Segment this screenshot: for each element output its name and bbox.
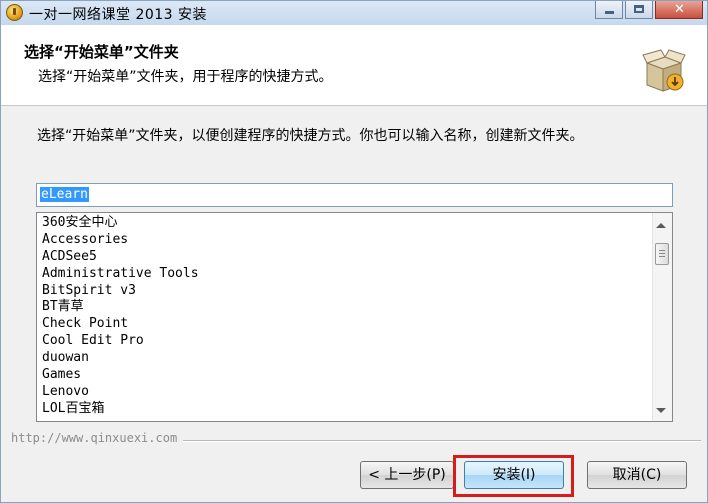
folder-input-value: eLearn — [40, 187, 89, 202]
wizard-header: 选择“开始菜单”文件夹 选择“开始菜单”文件夹，用于程序的快捷方式。 — [1, 25, 707, 106]
list-item[interactable]: Check Point — [42, 316, 199, 333]
list-item[interactable]: Cool Edit Pro — [42, 333, 199, 350]
install-box-icon — [642, 49, 686, 92]
maximize-icon — [634, 5, 644, 13]
list-item[interactable]: Accessories — [42, 232, 199, 249]
list-item[interactable]: BitSpirit v3 — [42, 283, 199, 300]
close-button[interactable]: ✕ — [655, 1, 703, 19]
list-item[interactable]: duowan — [42, 350, 199, 367]
scroll-down-icon[interactable] — [656, 408, 666, 413]
start-menu-folder-list[interactable]: 360安全中心 Accessories ACDSee5 Administrative … — [36, 212, 673, 422]
branding-text: http://www.qinxuexi.com — [11, 431, 184, 445]
list-item[interactable]: Lenovo — [42, 384, 199, 401]
instructions-text: 选择“开始菜单”文件夹，以便创建程序的快捷方式。你也可以输入名称，创建新文件夹。 — [37, 128, 584, 144]
window-controls: ✕ — [593, 1, 703, 21]
list-item[interactable]: 360安全中心 — [42, 215, 199, 232]
close-icon: ✕ — [674, 2, 685, 17]
list-item[interactable]: Administrative Tools — [42, 266, 199, 283]
branding-separator: http://www.qinxuexi.com — [11, 431, 701, 447]
minimize-icon — [605, 11, 614, 14]
scroll-up-icon[interactable] — [656, 223, 666, 228]
list-scrollbar[interactable] — [652, 213, 672, 421]
install-highlight-box — [453, 455, 574, 497]
minimize-button[interactable] — [595, 1, 623, 19]
installer-window: 一对一网络课堂 2013 安装 ✕ 选择“开始菜单”文件夹 选择“开始菜单”文件… — [0, 0, 708, 503]
scroll-thumb[interactable] — [655, 243, 669, 265]
back-button[interactable]: < 上一步(P) — [360, 461, 454, 489]
maximize-button[interactable] — [625, 1, 653, 19]
start-menu-folder-input[interactable]: eLearn — [36, 183, 673, 207]
list-item[interactable]: ACDSee5 — [42, 249, 199, 266]
page-subtitle: 选择“开始菜单”文件夹，用于程序的快捷方式。 — [38, 69, 333, 85]
folder-list-items: 360安全中心 Accessories ACDSee5 Administrative … — [42, 215, 199, 418]
list-item[interactable]: Games — [42, 367, 199, 384]
cancel-button[interactable]: 取消(C) — [587, 461, 687, 489]
window-title: 一对一网络课堂 2013 安装 — [29, 7, 208, 23]
app-icon — [6, 4, 23, 21]
page-title: 选择“开始菜单”文件夹 — [24, 43, 179, 61]
list-item[interactable]: LOL百宝箱 — [42, 401, 199, 418]
title-bar: 一对一网络课堂 2013 安装 ✕ — [1, 1, 707, 25]
list-item[interactable]: BT青草 — [42, 299, 199, 316]
